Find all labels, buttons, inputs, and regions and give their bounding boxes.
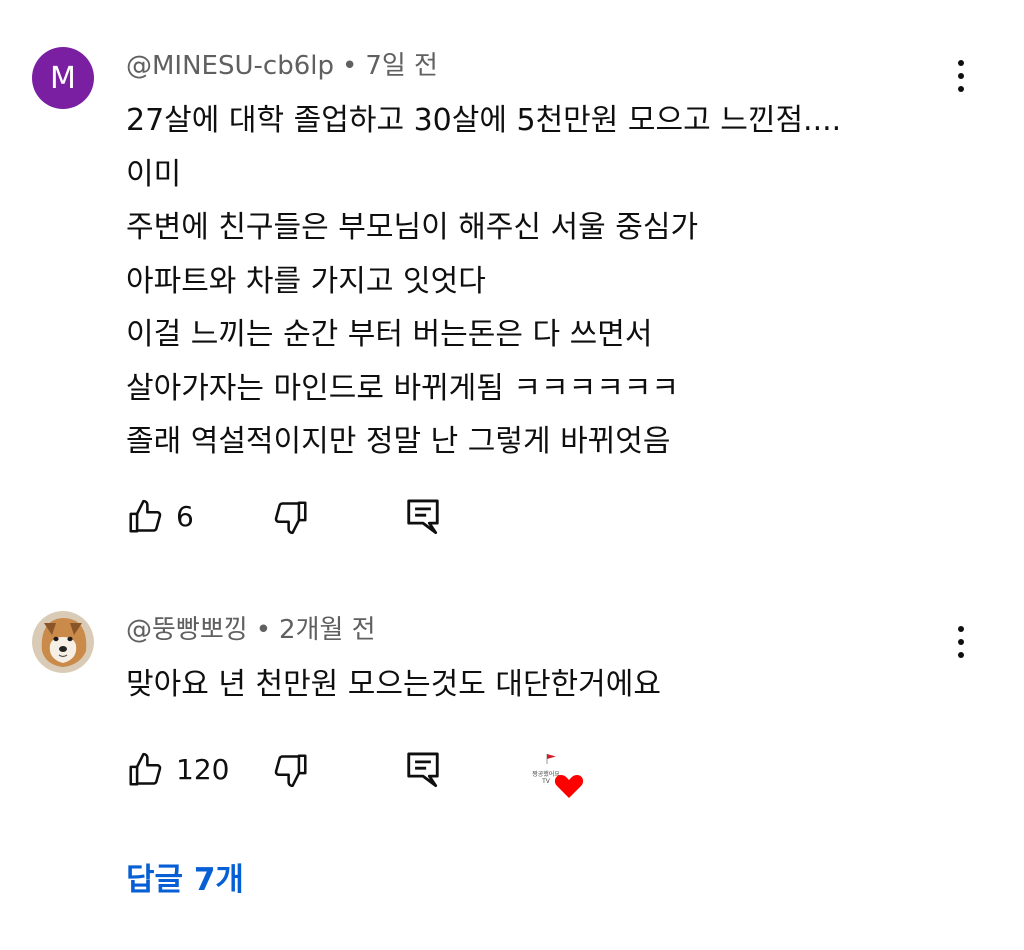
like-button[interactable] [126,498,164,536]
dislike-button[interactable] [272,498,310,536]
dog-avatar-image [32,611,94,673]
comment-time[interactable]: 7일 전 [365,51,438,81]
author-name[interactable]: @MINESU-cb6lp [126,51,334,81]
avatar[interactable]: M [32,47,94,109]
comment-time[interactable]: 2개월 전 [279,615,376,645]
reply-button[interactable] [404,496,442,536]
thumbs-up-icon [129,499,162,533]
reply-icon [407,752,439,788]
comment-text: 27살에 대학 졸업하고 30살에 5천만원 모으고 느낀점.... 이미 주변… [126,103,842,459]
avatar-letter: M [50,60,76,96]
author-name[interactable]: @뚱빵뽀낑 [126,615,248,645]
comment-text: 맞아요 년 천만원 모으는것도 대단한거에요 [126,667,661,702]
separator-dot: • [255,615,272,645]
thumbs-up-icon [129,752,162,786]
svg-text:짱공했어요: 짱공했어요 [532,770,560,778]
creator-heart-icon: 짱공했어요 TV [529,754,584,798]
comment-header: @MINESU-cb6lp • 7일 전 [126,50,438,82]
replies-toggle[interactable]: 답글 7개 [126,858,244,902]
comment-header: @뚱빵뽀낑 • 2개월 전 [126,614,376,646]
more-vertical-icon[interactable] [946,56,976,96]
dislike-button[interactable] [272,751,310,789]
creator-heart-badge: 짱공했어요 TV [528,750,584,800]
thumbs-down-icon [274,754,307,788]
avatar[interactable] [32,611,94,673]
thumbs-down-icon [274,501,307,535]
separator-dot: • [341,51,358,81]
like-count: 6 [176,500,194,533]
svg-text:TV: TV [541,778,551,785]
reply-button[interactable] [404,749,442,789]
like-button[interactable] [126,751,164,789]
like-count: 120 [176,753,230,786]
reply-icon [407,499,439,535]
more-vertical-icon[interactable] [946,622,976,662]
